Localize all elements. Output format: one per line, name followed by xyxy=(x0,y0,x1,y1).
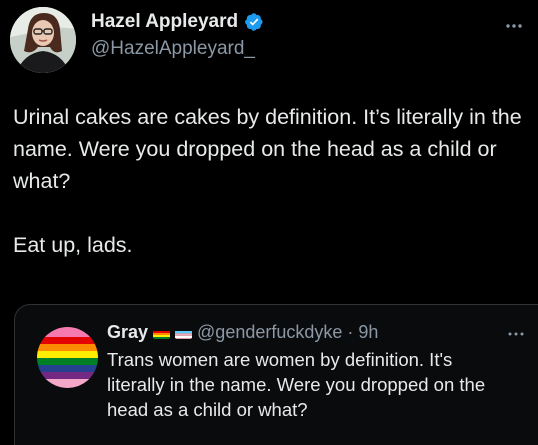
author-avatar[interactable] xyxy=(10,7,76,73)
quoted-timestamp[interactable]: 9h xyxy=(358,322,378,343)
tweet-body: Urinal cakes are cakes by definition. It… xyxy=(13,101,533,261)
timestamp-separator: · xyxy=(347,322,354,342)
tweet-paragraph: Eat up, lads. xyxy=(13,233,133,257)
quoted-tweet-header: Gray @genderfuckdyke · 9h xyxy=(107,322,378,343)
quoted-author-avatar[interactable] xyxy=(37,327,98,388)
author-handle[interactable]: @HazelAppleyard_ xyxy=(91,38,255,60)
quoted-tweet-card[interactable]: Gray @genderfuckdyke · 9h Trans women ar… xyxy=(14,304,538,445)
more-options-icon[interactable] xyxy=(504,18,524,28)
quoted-display-name[interactable]: Gray xyxy=(107,322,148,343)
verified-badge-icon[interactable] xyxy=(244,12,264,32)
transgender-flag-icon xyxy=(175,327,193,339)
quoted-more-options-icon[interactable] xyxy=(507,325,525,336)
quoted-tweet-text: Trans women are women by definition. It'… xyxy=(107,349,486,420)
author-name-row: Hazel Appleyard xyxy=(91,11,264,33)
quoted-handle[interactable]: @genderfuckdyke xyxy=(197,322,342,343)
rainbow-flag-icon xyxy=(153,327,171,339)
author-display-name[interactable]: Hazel Appleyard xyxy=(91,11,238,33)
tweet-paragraph: Urinal cakes are cakes by definition. It… xyxy=(13,105,522,193)
